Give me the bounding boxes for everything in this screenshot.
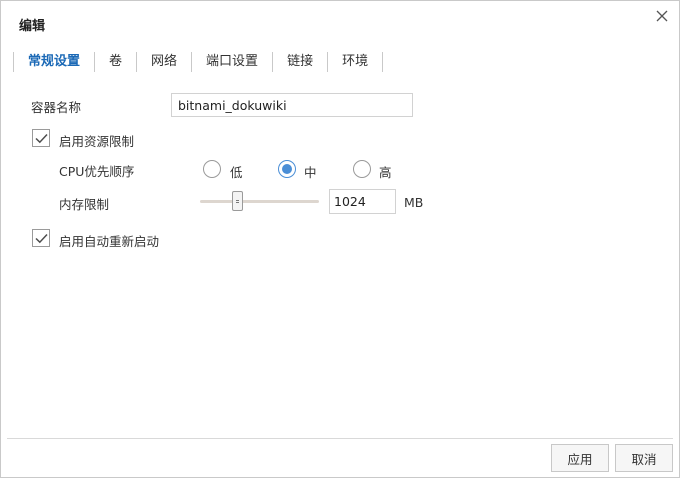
- tab-network[interactable]: 网络: [137, 51, 191, 73]
- cpu-high-radio[interactable]: [353, 160, 371, 178]
- footer-divider: [7, 438, 673, 439]
- resource-limit-label: 启用资源限制: [59, 134, 135, 149]
- memory-limit-label: 内存限制: [59, 197, 110, 212]
- container-name-input[interactable]: [171, 93, 413, 117]
- container-name-label: 容器名称: [31, 100, 82, 115]
- auto-restart-label: 启用自动重新启动: [59, 234, 160, 249]
- memory-unit-label: MB: [404, 195, 424, 210]
- checkmark-icon: [34, 133, 48, 143]
- cpu-priority-label: CPU优先顺序: [59, 164, 135, 179]
- cpu-medium-radio[interactable]: [278, 160, 296, 178]
- auto-restart-checkbox[interactable]: [32, 229, 50, 247]
- checkmark-icon: [34, 233, 48, 243]
- memory-value-input[interactable]: [329, 189, 396, 214]
- tab-separator: [382, 52, 384, 72]
- cpu-high-label: 高: [379, 165, 392, 180]
- apply-button[interactable]: 应用: [551, 444, 609, 472]
- dialog-titlebar: 编辑: [1, 1, 679, 43]
- cpu-low-radio[interactable]: [203, 160, 221, 178]
- tab-general-settings[interactable]: 常规设置: [14, 51, 94, 73]
- resource-limit-checkbox[interactable]: [32, 129, 50, 147]
- tab-port-settings[interactable]: 端口设置: [192, 51, 272, 73]
- tab-links[interactable]: 链接: [273, 51, 327, 73]
- tab-environment[interactable]: 环境: [328, 51, 382, 73]
- memory-slider-track[interactable]: [200, 200, 319, 203]
- cancel-button[interactable]: 取消: [615, 444, 673, 472]
- tab-volume[interactable]: 卷: [95, 51, 136, 73]
- dialog-title: 编辑: [19, 19, 46, 34]
- tab-bar: 常规设置 卷 网络 端口设置 链接 环境: [13, 51, 384, 73]
- edit-dialog: 编辑 常规设置 卷 网络 端口设置 链接 环境 容器名称 启用资源限制 CPU优…: [0, 0, 680, 478]
- cpu-medium-label: 中: [304, 165, 317, 180]
- close-icon[interactable]: [651, 5, 673, 27]
- radio-dot: [282, 164, 292, 174]
- memory-slider-handle[interactable]: [232, 191, 243, 211]
- cpu-low-label: 低: [230, 165, 243, 180]
